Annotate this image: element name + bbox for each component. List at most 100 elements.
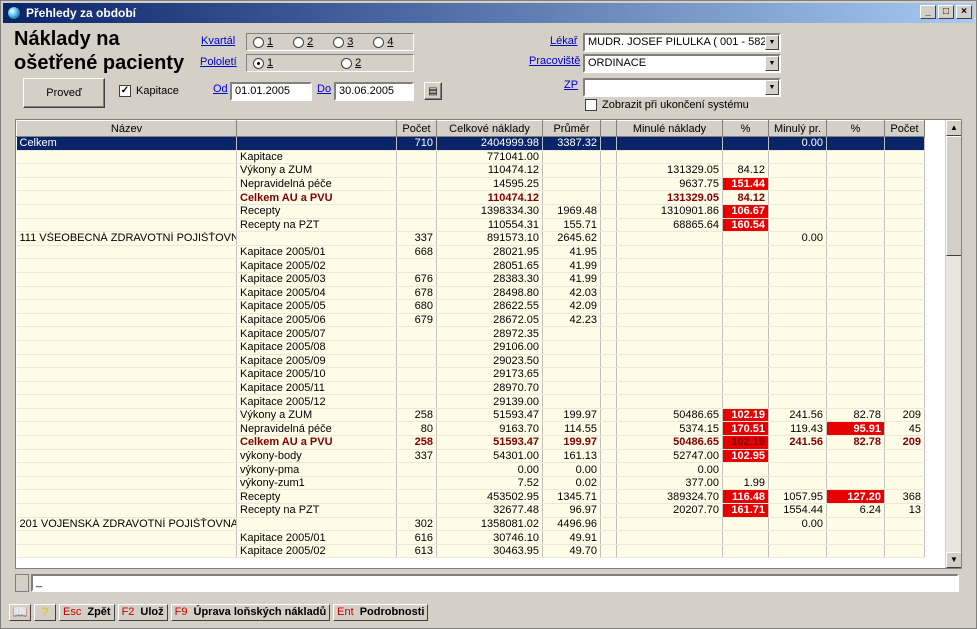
table-cell — [826, 286, 885, 301]
table-cell — [826, 381, 885, 396]
table-row[interactable]: Celkem 710 2404999.98 3387.32 0.00 — [16, 136, 925, 151]
zobrazit-checkbox[interactable]: Zobrazit při ukončení systému — [585, 99, 749, 111]
column-header[interactable]: Minulé náklady — [616, 120, 723, 137]
table-row[interactable]: Kapitace 2005/02 28051.65 41.99 — [16, 258, 925, 273]
kvartal-radio-3[interactable]: 3 — [333, 36, 353, 48]
table-row[interactable]: výkony-zum1 7.52 0.02 377.00 1.99 — [16, 476, 925, 491]
table-row[interactable]: Kapitace 2005/07 28972.35 — [16, 326, 925, 341]
fkey-esc[interactable]: Esc Zpět — [59, 603, 115, 621]
zp-select[interactable]: ▼ — [583, 78, 781, 97]
table-row[interactable]: Kapitace 2005/12 29139.00 — [16, 394, 925, 409]
column-header[interactable]: Minulý pr. — [768, 120, 827, 137]
chevron-down-icon[interactable]: ▼ — [765, 56, 779, 71]
table-row[interactable]: Výkony a ZUM 110474.12 131329.05 84.12 — [16, 163, 925, 178]
table-row[interactable]: Recepty na PZT 110554.31 155.71 68865.64 160… — [16, 218, 925, 233]
table-cell — [826, 163, 885, 178]
table-row[interactable]: Recepty 453502.95 1345.71 389324.70 116.48 10… — [16, 489, 925, 505]
pololeti-radio-1[interactable]: 1 — [253, 57, 273, 69]
table-cell: 0.00 — [436, 462, 543, 477]
kapitace-checkbox[interactable]: ✓ Kapitace — [119, 85, 179, 97]
fkey-ent[interactable]: Ent Podrobnosti — [333, 603, 429, 621]
table-cell — [16, 150, 237, 165]
table-row[interactable]: Kapitace 2005/02 613 30463.95 49.70 — [16, 544, 925, 559]
table-row[interactable]: Celkem AU a PVU 258 51593.47 199.97 50486.65… — [16, 435, 925, 450]
column-header[interactable]: % — [826, 120, 885, 137]
kvartal-radio-4[interactable]: 4 — [373, 36, 394, 48]
command-input[interactable]: _ — [31, 574, 959, 592]
table-row[interactable]: Nepravidelná péče 14595.25 9637.75 151.44 — [16, 177, 925, 192]
table-row[interactable]: 111 VŠEOBECNÁ ZDRAVOTNÍ POJIŠŤOVN 337 8915… — [16, 231, 925, 246]
table-row[interactable]: Kapitace 2005/11 28970.70 — [16, 381, 925, 396]
column-header[interactable]: Počet — [884, 120, 925, 137]
table-row[interactable]: Kapitace 2005/01 616 30746.10 49.91 — [16, 530, 925, 545]
pololeti-radio-2[interactable]: 2 — [341, 57, 361, 69]
table-cell — [826, 245, 885, 260]
table-cell: 114.55 — [542, 421, 601, 437]
table-row[interactable]: Kapitace 2005/09 29023.50 — [16, 354, 925, 369]
kvartal-radio-2[interactable]: 2 — [293, 36, 313, 48]
column-header[interactable]: Název — [16, 120, 237, 137]
table-cell — [600, 258, 617, 273]
fkey-f2[interactable]: F2 Ulož — [117, 603, 168, 621]
table-cell — [16, 544, 237, 559]
fkey-f9[interactable]: F9 Úprava loňských nákladů — [170, 603, 331, 621]
maximize-button[interactable]: □ — [938, 5, 954, 19]
table-row[interactable]: Kapitace 2005/01 668 28021.95 41.95 — [16, 245, 925, 260]
help-icon[interactable]: ? — [34, 603, 56, 621]
pracoviste-select[interactable]: ORDINACE ▼ — [583, 54, 781, 73]
table-row[interactable]: Nepravidelná péče 80 9163.70 114.55 5374.15 1… — [16, 421, 925, 437]
table-row[interactable]: 201 VOJENSKÁ ZDRAVOTNÍ POJIŠŤOVNA 302 1358… — [16, 517, 925, 532]
proved-button[interactable]: Proveď — [23, 78, 105, 108]
table-cell — [768, 299, 827, 314]
table-cell: Kapitace 2005/03 — [236, 272, 397, 287]
table-cell: 155.71 — [542, 218, 601, 233]
table-cell: 209 — [884, 408, 925, 423]
table-cell — [826, 150, 885, 165]
table-cell — [600, 408, 617, 423]
table-cell — [600, 544, 617, 559]
column-header[interactable] — [600, 120, 617, 137]
table-row[interactable]: Výkony a ZUM 258 51593.47 199.97 50486.65 102… — [16, 408, 925, 423]
kapitace-check[interactable]: ✓ — [119, 85, 131, 97]
column-header[interactable]: Počet — [396, 120, 437, 137]
table-row[interactable]: Kapitace 2005/10 29173.65 — [16, 367, 925, 382]
calendar-icon[interactable]: ▤ — [424, 82, 442, 100]
column-header[interactable]: Celkové náklady — [436, 120, 543, 137]
chevron-down-icon[interactable]: ▼ — [765, 35, 779, 50]
column-header[interactable]: % — [722, 120, 769, 137]
table-row[interactable]: Kapitace 2005/05 680 28622.55 42.09 — [16, 299, 925, 314]
table-row[interactable]: Celkem AU a PVU 110474.12 131329.05 84.12 — [16, 190, 925, 205]
table-cell — [16, 435, 237, 450]
column-header[interactable]: Průměr — [542, 120, 601, 137]
table-cell: Kapitace 2005/04 — [236, 286, 397, 301]
table-row[interactable]: výkony-pma 0.00 0.00 0.00 — [16, 462, 925, 477]
vertical-scrollbar[interactable]: ▲ ▼ — [945, 120, 961, 568]
od-date-input[interactable]: 01.01.2005 — [230, 82, 312, 101]
table-row[interactable]: Recepty 1398334.30 1969.48 1310901.86 106.67 — [16, 204, 925, 219]
table-row[interactable]: výkony-body 337 54301.00 161.13 52747.00 102.… — [16, 449, 925, 464]
scroll-thumb[interactable] — [946, 136, 961, 256]
minimize-button[interactable]: _ — [920, 5, 936, 19]
table-row[interactable]: Kapitace 2005/06 679 28672.05 42.23 — [16, 313, 925, 328]
data-grid[interactable]: Název Počet Celkové náklady Průměr Minulé ná… — [15, 119, 962, 569]
close-button[interactable]: × — [956, 5, 972, 19]
table-row[interactable]: Recepty na PZT 32677.48 96.97 20207.70 161.7… — [16, 503, 925, 518]
table-row[interactable]: Kapitace 2005/03 676 28383.30 41.99 — [16, 272, 925, 287]
kvartal-radio-1[interactable]: 1 — [253, 36, 273, 48]
table-cell: 106.67 — [722, 204, 769, 219]
table-cell — [722, 367, 769, 382]
scroll-up-icon[interactable]: ▲ — [946, 120, 961, 136]
scroll-down-icon[interactable]: ▼ — [946, 552, 961, 568]
do-date-input[interactable]: 30.06.2005 — [334, 82, 414, 101]
chevron-down-icon[interactable]: ▼ — [765, 80, 779, 95]
table-row[interactable]: Kapitace 2005/08 29106.00 — [16, 340, 925, 355]
table-cell — [722, 136, 769, 151]
table-cell — [542, 340, 601, 355]
table-row[interactable]: Kapitace 2005/04 678 28498.80 42.03 — [16, 286, 925, 301]
table-cell — [16, 489, 237, 505]
zobrazit-check[interactable] — [585, 99, 597, 111]
book-icon[interactable]: 📖 — [9, 603, 31, 621]
column-header[interactable] — [236, 120, 397, 137]
table-row[interactable]: Kapitace 771041.00 — [16, 150, 925, 165]
lekar-select[interactable]: MUDR. JOSEF PILULKA ( 001 - 5825 ▼ — [583, 33, 781, 52]
